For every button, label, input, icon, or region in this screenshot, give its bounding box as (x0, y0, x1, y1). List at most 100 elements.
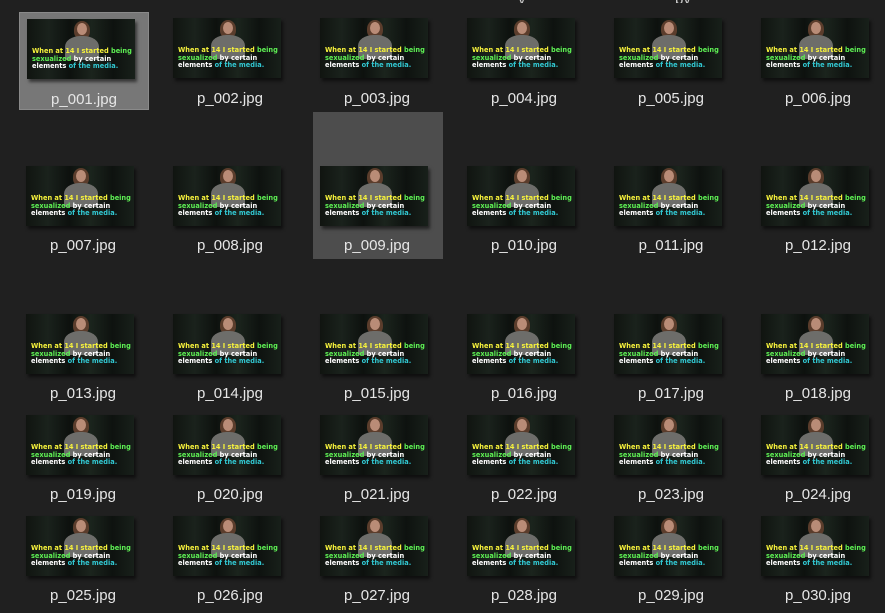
file-tile[interactable]: When at 14 I started being sexualized by … (607, 112, 737, 259)
file-name-label: p_014.jpg (197, 385, 263, 402)
image-thumbnail[interactable]: When at 14 I started being sexualized by … (761, 18, 869, 78)
person-face (370, 318, 380, 330)
file-tile[interactable]: When at 14 I started being sexualized by … (460, 408, 590, 508)
thumbnail-caption: When at 14 I started being sexualized by … (325, 46, 427, 70)
file-tile[interactable]: When at 14 I started being sexualized by … (607, 260, 737, 407)
person-face (223, 170, 233, 182)
file-tile[interactable]: When at 14 I started being sexualized by … (313, 112, 443, 259)
caption-line: elements of the media. (178, 357, 280, 366)
file-tile[interactable]: When at 14 I started being sexualized by … (754, 260, 884, 407)
caption-segment: elements (325, 357, 362, 366)
image-thumbnail[interactable]: When at 14 I started being sexualized by … (467, 166, 575, 226)
file-tile[interactable]: When at 14 I started being sexualized by … (19, 112, 149, 259)
file-tile[interactable]: When at 14 I started being sexualized by … (19, 408, 149, 508)
image-thumbnail[interactable]: When at 14 I started being sexualized by … (320, 166, 428, 226)
person-face (811, 22, 821, 34)
file-name-label: p_003.jpg (344, 90, 410, 107)
file-name-label: p_011.jpg (638, 237, 704, 254)
file-tile[interactable]: When at 14 I started being sexualized by … (313, 12, 443, 110)
thumbnail-caption: When at 14 I started being sexualized by … (472, 46, 574, 70)
image-thumbnail[interactable]: When at 14 I started being sexualized by … (320, 415, 428, 475)
file-tile[interactable]: When at 14 I started being sexualized by … (166, 12, 296, 110)
thumbnail-caption: When at 14 I started being sexualized by … (766, 46, 868, 70)
image-thumbnail[interactable]: When at 14 I started being sexualized by … (26, 166, 134, 226)
caption-segment: of the media. (802, 209, 853, 218)
caption-segment: being (697, 46, 719, 54)
image-thumbnail[interactable]: When at 14 I started being sexualized by … (467, 415, 575, 475)
image-thumbnail[interactable]: When at 14 I started being sexualized by … (761, 516, 869, 576)
caption-segment: of the media. (655, 357, 706, 366)
caption-segment: being (256, 443, 278, 451)
image-thumbnail[interactable]: When at 14 I started being sexualized by … (320, 314, 428, 374)
image-thumbnail[interactable]: When at 14 I started being sexualized by … (614, 516, 722, 576)
image-thumbnail[interactable]: When at 14 I started being sexualized by … (614, 166, 722, 226)
caption-segment: of the media. (508, 357, 559, 366)
image-thumbnail[interactable]: When at 14 I started being sexualized by … (614, 415, 722, 475)
file-tile[interactable]: When at 14 I started being sexualized by … (313, 260, 443, 407)
file-tile[interactable]: When at 14 I started being sexualized by … (607, 12, 737, 110)
file-tile[interactable]: When at 14 I started being sexualized by … (754, 509, 884, 609)
caption-line: elements of the media. (325, 458, 427, 467)
caption-segment: of the media. (214, 357, 265, 366)
caption-segment: being (256, 46, 278, 54)
image-thumbnail[interactable]: When at 14 I started being sexualized by … (761, 415, 869, 475)
image-thumbnail[interactable]: When at 14 I started being sexualized by … (614, 314, 722, 374)
image-thumbnail[interactable]: When at 14 I started being sexualized by … (320, 516, 428, 576)
file-tile[interactable]: When at 14 I started being sexualized by … (166, 260, 296, 407)
caption-segment: of the media. (67, 209, 118, 218)
caption-segment: elements (766, 458, 803, 467)
caption-segment: being (844, 342, 866, 350)
file-tile[interactable]: When at 14 I started being sexualized by … (313, 408, 443, 508)
caption-segment: of the media. (655, 61, 706, 70)
caption-segment: elements (472, 458, 509, 467)
caption-segment: being (256, 544, 278, 552)
thumbnail-caption: When at 14 I started being sexualized by … (619, 544, 721, 568)
caption-segment: being (844, 194, 866, 202)
image-thumbnail[interactable]: When at 14 I started being sexualized by … (27, 19, 135, 79)
file-name-label: p_017.jpg (638, 385, 704, 402)
file-tile[interactable]: When at 14 I started being sexualized by … (166, 509, 296, 609)
file-tile[interactable]: When at 14 I started being sexualized by … (166, 408, 296, 508)
file-tile[interactable]: When at 14 I started being sexualized by … (19, 260, 149, 407)
file-tile[interactable]: When at 14 I started being sexualized by … (19, 509, 149, 609)
caption-segment: being (550, 443, 572, 451)
thumbnail-caption: When at 14 I started being sexualized by … (472, 443, 574, 467)
image-thumbnail[interactable]: When at 14 I started being sexualized by … (467, 314, 575, 374)
image-thumbnail[interactable]: When at 14 I started being sexualized by … (173, 314, 281, 374)
file-tile[interactable]: When at 14 I started being sexualized by … (754, 408, 884, 508)
image-thumbnail[interactable]: When at 14 I started being sexualized by … (173, 166, 281, 226)
file-name-label: p_008.jpg (197, 237, 263, 254)
file-tile[interactable]: When at 14 I started being sexualized by … (313, 509, 443, 609)
image-thumbnail[interactable]: When at 14 I started being sexualized by … (320, 18, 428, 78)
file-name-label: p_020.jpg (197, 486, 263, 503)
image-thumbnail[interactable]: When at 14 I started being sexualized by … (173, 18, 281, 78)
image-thumbnail[interactable]: When at 14 I started being sexualized by … (761, 314, 869, 374)
file-tile[interactable]: When at 14 I started being sexualized by … (460, 509, 590, 609)
file-name-label: p_024.jpg (785, 486, 851, 503)
caption-segment: of the media. (214, 61, 265, 70)
file-tile[interactable]: When at 14 I started being sexualized by … (754, 112, 884, 259)
file-tile[interactable]: When at 14 I started being sexualized by … (460, 112, 590, 259)
image-thumbnail[interactable]: When at 14 I started being sexualized by … (173, 415, 281, 475)
file-tile[interactable]: When at 14 I started being sexualized by … (460, 260, 590, 407)
file-tile[interactable]: When at 14 I started being sexualized by … (166, 112, 296, 259)
caption-segment: elements (31, 357, 68, 366)
image-thumbnail[interactable]: When at 14 I started being sexualized by … (467, 18, 575, 78)
image-thumbnail[interactable]: When at 14 I started being sexualized by … (761, 166, 869, 226)
image-thumbnail[interactable]: When at 14 I started being sexualized by … (614, 18, 722, 78)
file-tile[interactable]: When at 14 I started being sexualized by … (19, 12, 149, 110)
caption-segment: elements (619, 559, 656, 568)
file-tile[interactable]: When at 14 I started being sexualized by … (460, 12, 590, 110)
file-tile[interactable]: When at 14 I started being sexualized by … (754, 12, 884, 110)
file-name-label: p_012.jpg (785, 237, 851, 254)
image-thumbnail[interactable]: When at 14 I started being sexualized by … (26, 415, 134, 475)
image-thumbnail[interactable]: When at 14 I started being sexualized by … (467, 516, 575, 576)
file-tile[interactable]: When at 14 I started being sexualized by … (607, 509, 737, 609)
thumbnail-caption: When at 14 I started being sexualized by … (619, 46, 721, 70)
image-thumbnail[interactable]: When at 14 I started being sexualized by … (173, 516, 281, 576)
image-thumbnail[interactable]: When at 14 I started being sexualized by … (26, 314, 134, 374)
image-thumbnail[interactable]: When at 14 I started being sexualized by … (26, 516, 134, 576)
file-tile[interactable]: When at 14 I started being sexualized by … (607, 408, 737, 508)
person-face (664, 318, 674, 330)
person-face (223, 22, 233, 34)
